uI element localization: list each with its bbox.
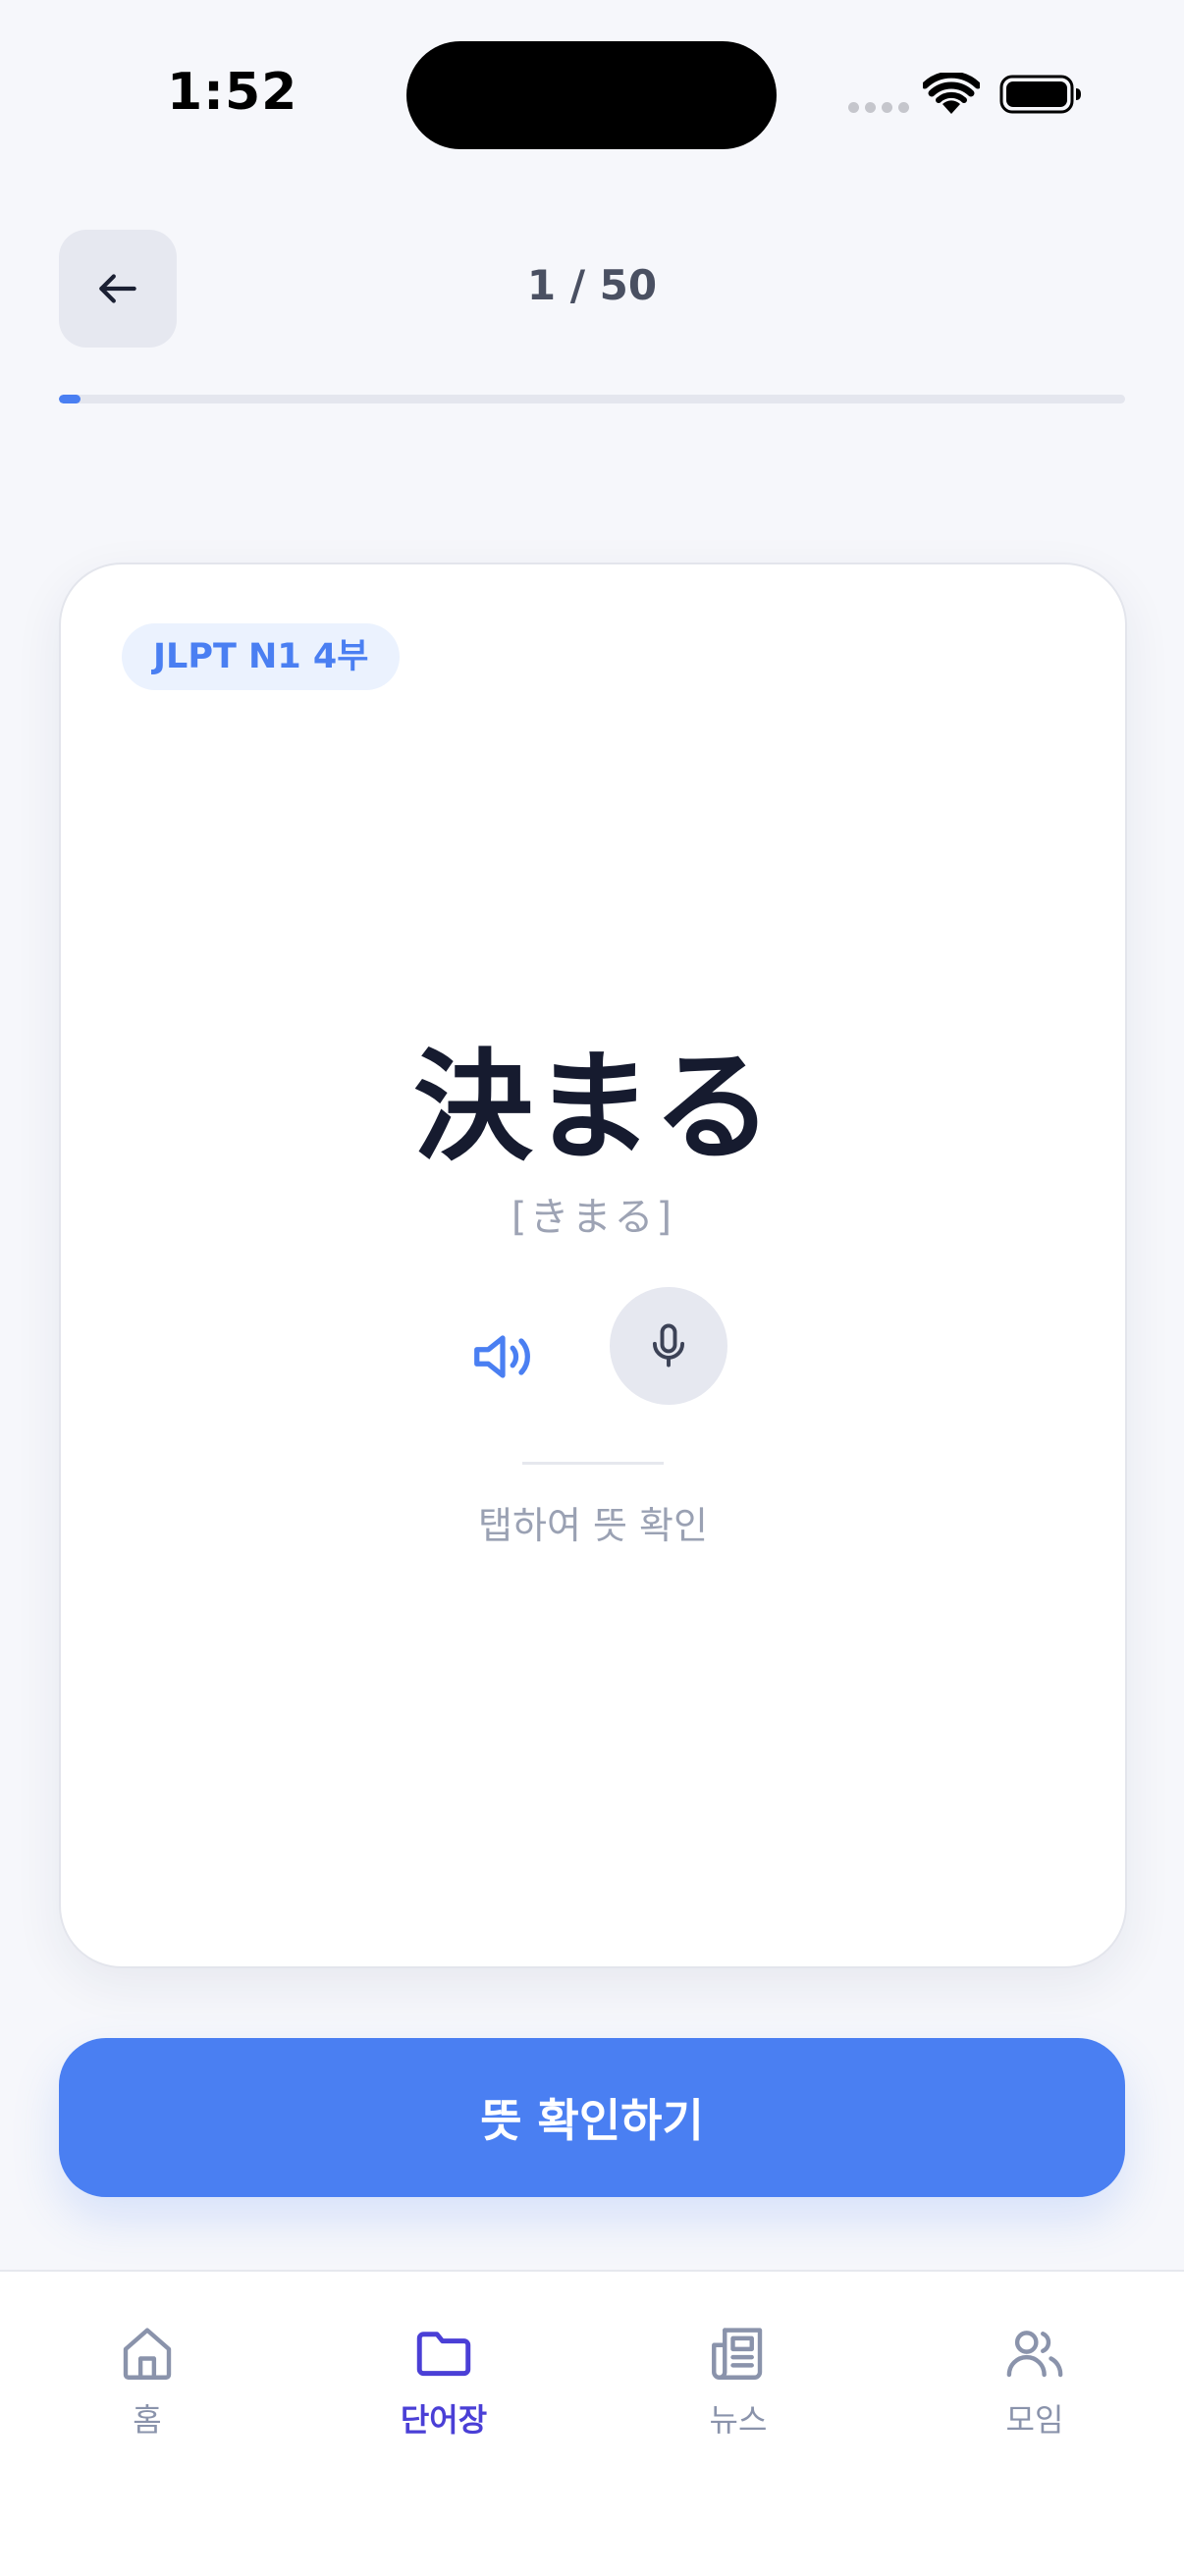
progress-bar-fill [59,395,81,403]
users-icon [1006,2331,1063,2378]
nav-label-home: 홈 [133,2401,162,2439]
word-reading: [きまる] [511,1195,675,1240]
flashcard[interactable]: JLPT N1 4부 決まる [きまる] 탭하여 뜻 확인 [59,563,1127,1968]
progress-bar [59,395,1125,403]
card-divider [522,1462,664,1465]
wifi-icon [923,73,980,114]
bottom-nav: 홈 단어장 뉴스 모임 [0,2270,1184,2576]
nav-label-community: 모임 [1005,2401,1064,2439]
nav-label-vocabulary: 단어장 [400,2401,488,2439]
dynamic-island [406,41,777,149]
reveal-meaning-button[interactable]: 뜻 확인하기 [59,2038,1125,2197]
newspaper-icon [712,2328,763,2380]
tap-hint: 탭하여 뜻 확인 [478,1504,708,1547]
play-audio-button[interactable] [458,1313,547,1401]
vocabulary-word: 決まる [413,1038,773,1177]
speaker-icon [474,1335,530,1378]
nav-item-home[interactable]: 홈 [49,2321,245,2448]
cellular-signal-icon [848,102,909,113]
progress-counter: 1 / 50 [526,261,658,309]
home-icon [123,2328,172,2380]
nav-item-news[interactable]: 뉴스 [640,2321,836,2448]
nav-item-community[interactable]: 모임 [937,2321,1133,2448]
nav-item-vocabulary[interactable]: 단어장 [346,2321,542,2448]
record-pronunciation-button[interactable] [610,1287,727,1405]
nav-label-news: 뉴스 [709,2401,768,2439]
battery-icon [999,75,1081,114]
status-time: 1:52 [167,63,298,122]
folder-icon [416,2332,471,2377]
level-badge: JLPT N1 4부 [122,623,401,690]
microphone-icon [652,1323,685,1368]
